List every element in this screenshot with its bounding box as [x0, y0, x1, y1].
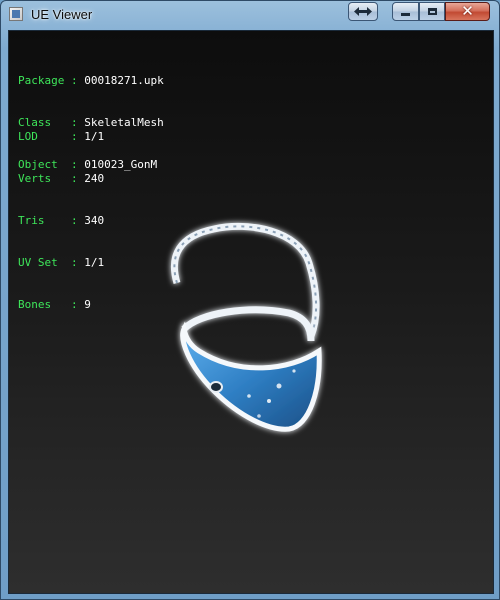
close-icon: ✕ — [461, 2, 474, 20]
info-label: Tris — [18, 214, 65, 227]
info-sep: : — [70, 74, 78, 87]
info-label: Bones — [18, 298, 65, 311]
info-value: 1/1 — [84, 130, 105, 143]
mesh-stats-block: LOD : 1/1 Verts : 240 Tris : 340 UV Set … — [18, 102, 104, 340]
info-row-tris: Tris : 340 — [18, 214, 104, 228]
info-value: 1/1 — [84, 256, 105, 269]
info-label: Verts — [18, 172, 65, 185]
info-value: 9 — [84, 298, 91, 311]
maximize-button[interactable] — [419, 2, 445, 21]
skeletal-mesh-render[interactable] — [129, 201, 349, 461]
info-value: 340 — [84, 214, 105, 227]
info-sep — [64, 214, 71, 227]
window-title: UE Viewer — [31, 7, 93, 22]
3d-viewport[interactable]: Package : 00018271.upk Class : SkeletalM… — [8, 30, 494, 594]
info-row-bones: Bones : 9 — [18, 298, 104, 312]
mesh-cup — [180, 321, 322, 432]
info-row-package: Package : 00018271.upk — [18, 74, 164, 88]
info-sep: : — [70, 172, 78, 185]
close-button[interactable]: ✕ — [445, 2, 490, 21]
resize-button[interactable] — [348, 2, 378, 21]
info-sep — [64, 172, 71, 185]
app-icon[interactable] — [9, 7, 23, 21]
info-sep — [64, 74, 71, 87]
info-sep: : — [70, 298, 78, 311]
info-label: Package — [18, 74, 65, 87]
info-sep — [64, 298, 71, 311]
title-bar[interactable]: UE Viewer ✕ — [1, 1, 499, 29]
maximize-icon — [427, 8, 437, 15]
app-window: UE Viewer ✕ Package : 00018271.upk Class… — [0, 0, 500, 600]
info-row-lod: LOD : 1/1 — [18, 130, 104, 144]
info-value: 00018271.upk — [84, 74, 164, 87]
info-label: UV Set — [18, 256, 65, 269]
info-value: 240 — [84, 172, 105, 185]
info-row-uvset: UV Set : 1/1 — [18, 256, 104, 270]
info-sep: : — [70, 214, 78, 227]
info-sep — [64, 256, 71, 269]
info-label: LOD — [18, 130, 65, 143]
info-sep: : — [70, 130, 78, 143]
mesh-rivet — [209, 381, 223, 393]
info-sep — [64, 130, 71, 143]
mesh-lower-strap — [181, 306, 315, 342]
minimize-button[interactable] — [392, 2, 419, 21]
info-sep: : — [70, 256, 78, 269]
resize-arrows-icon — [354, 7, 372, 16]
info-row-verts: Verts : 240 — [18, 172, 104, 186]
minimize-icon — [401, 13, 410, 16]
